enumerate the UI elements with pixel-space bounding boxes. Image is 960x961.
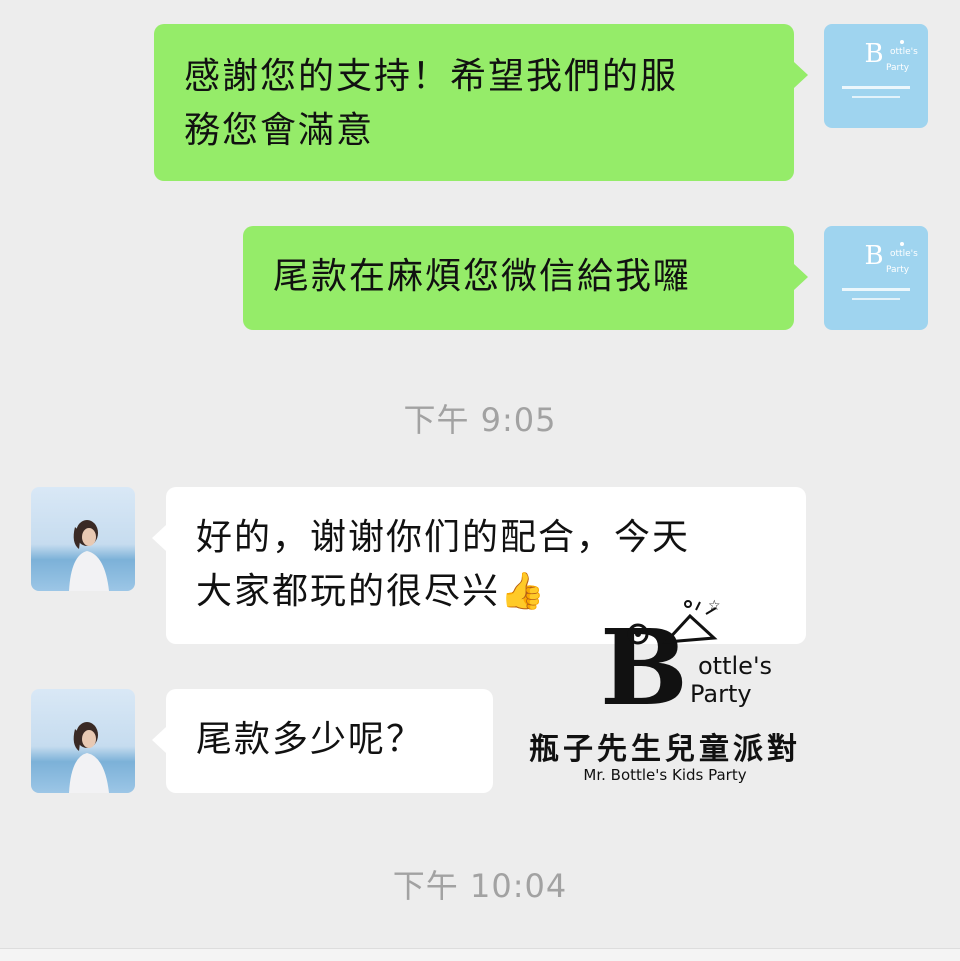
svg-text:Party: Party bbox=[886, 63, 910, 73]
svg-text:B: B bbox=[864, 39, 883, 69]
bubble-tail bbox=[152, 525, 166, 551]
bubble-tail bbox=[794, 62, 808, 88]
chat-input-bar-edge bbox=[0, 948, 960, 961]
bubble-tail bbox=[794, 264, 808, 290]
message-text-line: 務您會滿意 bbox=[184, 110, 375, 151]
message-bubble[interactable]: 尾款在麻煩您微信給我囉 bbox=[243, 226, 794, 330]
svg-text:Party: Party bbox=[690, 680, 752, 708]
avatar-brand[interactable]: B ottle's Party bbox=[824, 226, 928, 330]
svg-text:ottle's: ottle's bbox=[890, 249, 918, 259]
svg-text:ottle's: ottle's bbox=[890, 47, 918, 57]
message-bubble[interactable]: 感謝您的支持！希望我們的服 務您會滿意 bbox=[154, 24, 794, 181]
message-bubble[interactable]: 尾款多少呢？ bbox=[166, 689, 493, 793]
svg-text:B: B bbox=[864, 241, 883, 271]
bubble-tail bbox=[152, 727, 166, 753]
bottles-party-logo: B ☆ ottle's Party bbox=[600, 598, 772, 729]
person-photo-icon bbox=[69, 520, 109, 591]
brand-watermark: B ☆ ottle's Party 瓶子先生兒童派對 Mr. Bottle's … bbox=[520, 596, 810, 796]
person-photo-icon bbox=[69, 722, 109, 793]
svg-text:ottle's: ottle's bbox=[698, 652, 772, 680]
svg-text:B: B bbox=[600, 606, 688, 721]
chat-timestamp: 下午 9:05 bbox=[403, 401, 557, 439]
svg-text:☆: ☆ bbox=[708, 598, 721, 614]
avatar-customer[interactable] bbox=[31, 689, 135, 793]
avatar-brand[interactable]: B ottle's Party bbox=[824, 24, 928, 128]
bottles-party-logo-icon: B ottle's Party bbox=[842, 241, 918, 300]
message-text-line: 好的，谢谢你们的配合，今天 bbox=[196, 517, 691, 558]
watermark-title: 瓶子先生兒童派對 bbox=[529, 732, 801, 767]
svg-text:Party: Party bbox=[886, 265, 910, 275]
message-text-line: 尾款多少呢？ bbox=[196, 719, 425, 760]
watermark-subtitle: Mr. Bottle's Kids Party bbox=[583, 766, 747, 784]
chat-timestamp: 下午 10:04 bbox=[392, 867, 568, 905]
bottles-party-logo-icon: B ottle's Party bbox=[842, 39, 918, 98]
message-text-line: 感謝您的支持！希望我們的服 bbox=[184, 56, 679, 97]
avatar-customer[interactable] bbox=[31, 487, 135, 591]
message-text-line: 尾款在麻煩您微信給我囉 bbox=[273, 256, 692, 297]
